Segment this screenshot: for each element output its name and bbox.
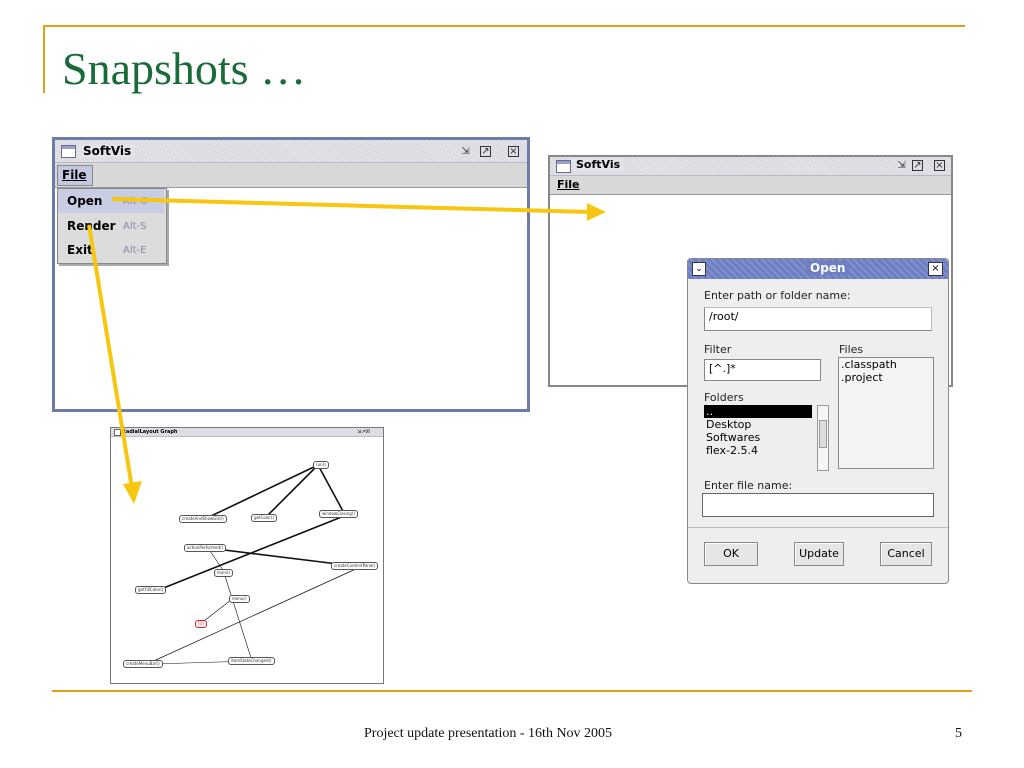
arrowhead-right-icon [587, 203, 606, 221]
annotation-arrows [87, 197, 606, 504]
page-number: 5 [955, 726, 962, 741]
footer-text: Project update presentation - 16th Nov 2… [364, 726, 613, 741]
bottom-rule [52, 690, 972, 692]
arrow-to-graph [87, 224, 134, 489]
arrowhead-down-icon [123, 481, 142, 504]
arrow-to-dialog [111, 197, 591, 214]
